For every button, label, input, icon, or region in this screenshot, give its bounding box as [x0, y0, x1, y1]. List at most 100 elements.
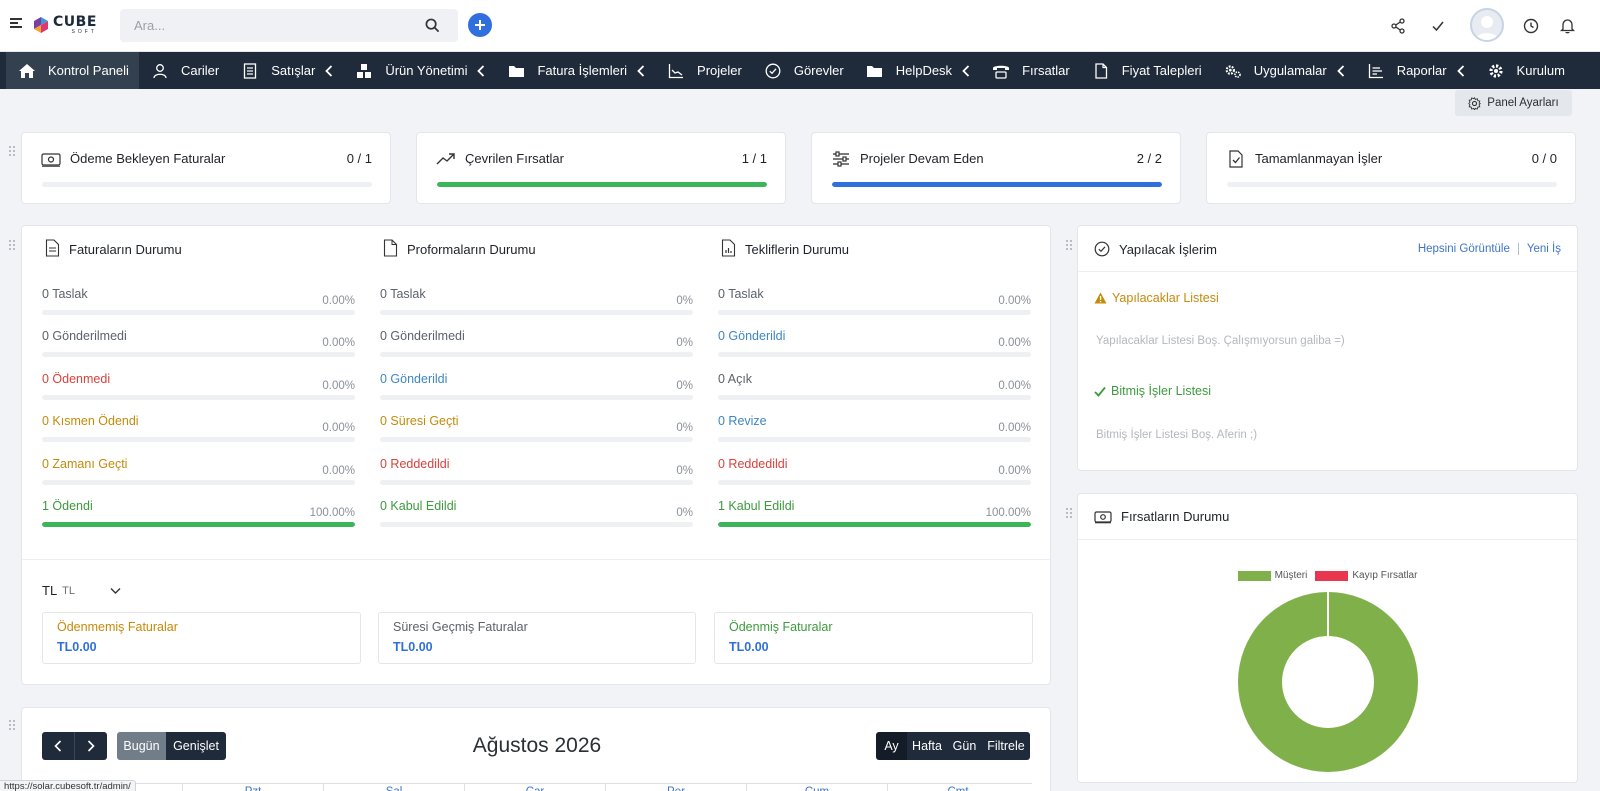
- nav-item-label: Görevler: [793, 63, 844, 78]
- status-row[interactable]: 0 Gönderildi 0%: [380, 372, 693, 402]
- nav-item-7[interactable]: HelpDesk: [854, 52, 980, 89]
- stat-card[interactable]: Çevrilen Fırsatlar 1 / 1: [416, 132, 786, 204]
- status-percent: 0%: [676, 379, 693, 392]
- nav-item-8[interactable]: Fırsatlar: [980, 52, 1080, 89]
- stat-card[interactable]: Ödeme Bekleyen Faturalar 0 / 1: [21, 132, 391, 204]
- status-label: 0 Gönderildi: [380, 371, 448, 386]
- status-row[interactable]: 1 Kabul Edildi 100.00%: [718, 499, 1031, 529]
- money-icon: [40, 149, 62, 169]
- summary-amount: TL0.00: [393, 640, 433, 654]
- calendar-day-cell: Cum: [746, 784, 887, 791]
- search-input[interactable]: [120, 9, 410, 42]
- status-row[interactable]: 0 Ödenmedi 0.00%: [42, 372, 355, 402]
- status-row[interactable]: 0 Gönderilmedi 0%: [380, 329, 693, 359]
- summary-box[interactable]: Ödenmiş Faturalar TL0.00: [714, 612, 1033, 664]
- calendar-view-switch: Ay Hafta Gün Filtrele: [876, 732, 1030, 760]
- nav-item-label: Projeler: [697, 63, 742, 78]
- status-row[interactable]: 0 Açık 0.00%: [718, 372, 1031, 402]
- trend-up-icon: [435, 149, 457, 169]
- bell-icon[interactable]: [1557, 16, 1577, 36]
- quick-add-button[interactable]: [468, 13, 492, 37]
- nav-item-4[interactable]: Fatura İşlemleri: [495, 52, 655, 89]
- legend-item[interactable]: Müşteri: [1237, 570, 1308, 581]
- drag-handle-icon[interactable]: [9, 240, 17, 252]
- chevron-left-icon[interactable]: [1456, 64, 1465, 77]
- home-icon: [18, 62, 36, 80]
- search-icon[interactable]: [425, 18, 440, 36]
- calendar-view-0[interactable]: Ay: [876, 732, 907, 760]
- calendar-view-2[interactable]: Gün: [947, 732, 982, 760]
- share-icon[interactable]: [1388, 16, 1408, 36]
- gear-icon: [1487, 62, 1505, 80]
- calendar-day-cell: Sal: [323, 784, 464, 791]
- status-row[interactable]: 0 Kısmen Ödendi 0.00%: [42, 414, 355, 444]
- menu-toggle-icon[interactable]: [10, 18, 22, 30]
- nav-item-1[interactable]: Cariler: [139, 52, 229, 89]
- currency-code: TL: [42, 583, 58, 598]
- status-row[interactable]: 0 Kabul Edildi 0%: [380, 499, 693, 529]
- view-all-link[interactable]: Hepsini Görüntüle: [1418, 243, 1510, 255]
- status-row[interactable]: 0 Reddedildi 0%: [380, 457, 693, 487]
- status-progress-track: [42, 352, 355, 358]
- nav-item-12[interactable]: Kurulum: [1475, 52, 1575, 89]
- clock-icon[interactable]: [1521, 16, 1541, 36]
- chevron-left-icon[interactable]: [325, 64, 333, 77]
- new-task-link[interactable]: Yeni İş: [1527, 243, 1561, 255]
- chevron-left-icon[interactable]: [962, 64, 970, 77]
- nav-item-9[interactable]: Fiyat Talepleri: [1080, 52, 1212, 89]
- nav-item-2[interactable]: Satışlar: [229, 52, 343, 89]
- stat-card[interactable]: Projeler Devam Eden 2 / 2: [811, 132, 1181, 204]
- stat-card[interactable]: Tamamlanmayan İşler 0 / 0: [1206, 132, 1576, 204]
- status-row[interactable]: 1 Ödendi 100.00%: [42, 499, 355, 529]
- nav-item-label: Kurulum: [1516, 63, 1565, 78]
- status-progress-track: [380, 479, 693, 485]
- drag-handle-icon[interactable]: [9, 146, 17, 158]
- status-progress-track: [718, 310, 1031, 315]
- nav-item-label: Fatura İşlemleri: [537, 63, 628, 78]
- user-avatar[interactable]: [1470, 8, 1504, 42]
- status-label: 0 Kabul Edildi: [380, 499, 457, 513]
- summary-title: Süresi Geçmiş Faturalar: [393, 620, 528, 634]
- calendar-view-1[interactable]: Hafta: [907, 732, 947, 760]
- legend-label: Kayıp Fırsatlar: [1352, 570, 1418, 581]
- status-row[interactable]: 0 Zamanı Geçti 0.00%: [42, 457, 355, 487]
- status-row[interactable]: 0 Gönderilmedi 0.00%: [42, 329, 355, 359]
- stat-progress-fill: [437, 182, 767, 187]
- status-row[interactable]: 0 Taslak 0%: [380, 287, 693, 317]
- nav-item-11[interactable]: Raporlar: [1355, 52, 1475, 89]
- nav-item-label: Ürün Yönetimi: [385, 63, 468, 78]
- calendar-view-3[interactable]: Filtrele: [982, 732, 1030, 760]
- phone-icon: [992, 62, 1010, 80]
- nav-item-6[interactable]: Görevler: [752, 52, 854, 89]
- status-percent: 0.00%: [998, 379, 1031, 392]
- cubesoft-logo[interactable]: CUBE SOFT: [32, 12, 102, 38]
- nav-item-10[interactable]: Uygulamalar: [1212, 52, 1355, 89]
- status-label: 1 Kabul Edildi: [718, 499, 795, 513]
- legend-item[interactable]: Kayıp Fırsatlar: [1315, 570, 1417, 581]
- status-row[interactable]: 0 Süresi Geçti 0%: [380, 414, 693, 444]
- status-label: 0 Reddedildi: [718, 456, 788, 471]
- drag-handle-icon[interactable]: [9, 720, 17, 732]
- summary-box[interactable]: Ödenmemiş Faturalar TL0.00: [42, 612, 361, 664]
- status-row[interactable]: 0 Taslak 0.00%: [42, 287, 355, 317]
- legend-label: Müşteri: [1274, 570, 1308, 581]
- status-row[interactable]: 0 Revize 0.00%: [718, 414, 1031, 444]
- nav-item-5[interactable]: Projeler: [655, 52, 752, 89]
- chevron-left-icon[interactable]: [637, 64, 645, 77]
- nav-item-3[interactable]: Ürün Yönetimi: [343, 52, 495, 89]
- summary-box[interactable]: Süresi Geçmiş Faturalar TL0.00: [378, 612, 696, 664]
- chevron-left-icon[interactable]: [477, 64, 485, 77]
- status-row[interactable]: 0 Reddedildi 0.00%: [718, 457, 1031, 487]
- nav-item-label: Cariler: [180, 63, 220, 78]
- nav-item-0[interactable]: Kontrol Paneli: [6, 52, 139, 89]
- currency-select[interactable]: TL TL: [42, 583, 121, 598]
- folder-icon: [866, 62, 884, 80]
- chevron-left-icon[interactable]: [1336, 64, 1345, 77]
- status-row[interactable]: 0 Gönderildi 0.00%: [718, 329, 1031, 359]
- check-icon[interactable]: [1428, 16, 1448, 36]
- drag-handle-icon[interactable]: [1066, 240, 1074, 252]
- panel-settings-button[interactable]: Panel Ayarları: [1455, 90, 1572, 116]
- drag-handle-icon[interactable]: [1066, 508, 1074, 520]
- status-row[interactable]: 0 Taslak 0.00%: [718, 287, 1031, 317]
- document-icon: [383, 239, 398, 260]
